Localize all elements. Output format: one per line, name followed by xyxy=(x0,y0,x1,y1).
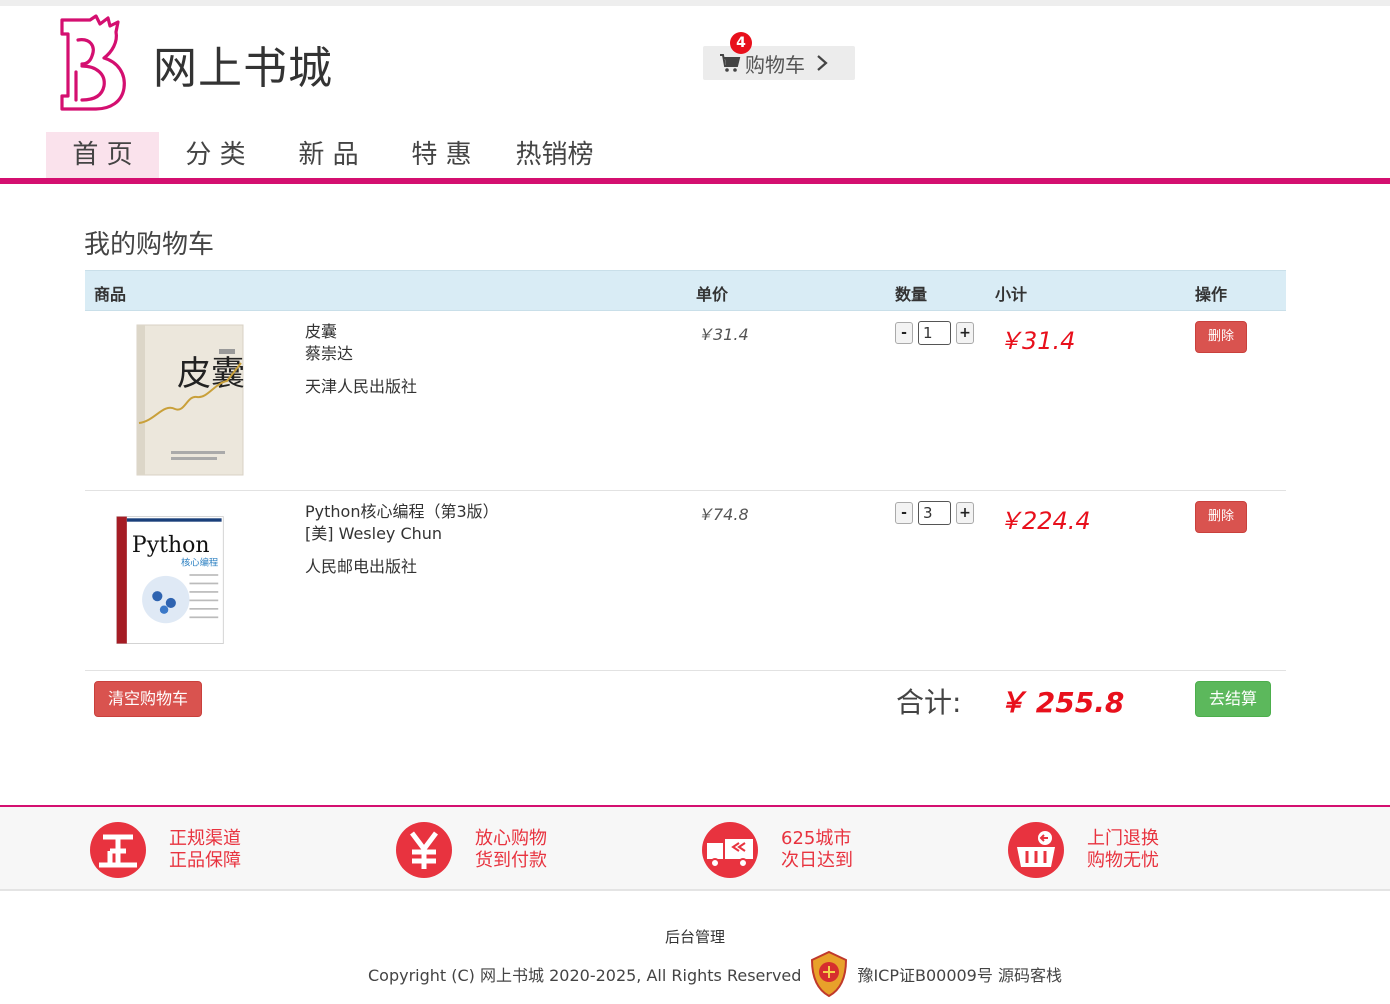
column-unit-price: 单价 xyxy=(696,285,729,304)
svg-text:核心编程: 核心编程 xyxy=(181,557,218,569)
service-band: 正规渠道 正品保障 放心购物 货到付款 625城市 次日达到 上门退换 购物无忧 xyxy=(0,805,1390,891)
total-label: 合计: xyxy=(896,686,962,719)
book-info: 皮囊 蔡崇达 天津人民出版社 xyxy=(305,321,417,398)
top-strip xyxy=(0,0,1390,6)
admin-link[interactable]: 后台管理 xyxy=(665,926,725,947)
copyright-row: Copyright (C) 网上书城 2020-2025, All Rights… xyxy=(368,950,1062,998)
book-publisher: 人民邮电出版社 xyxy=(305,557,418,576)
book-author: 蔡崇达 xyxy=(305,344,354,363)
admin-link-row: 后台管理 xyxy=(0,926,1390,947)
service-line1: 正规渠道 xyxy=(169,828,241,849)
main-nav: 首 页 分 类 新 品 特 惠 热销榜 xyxy=(46,132,611,178)
book-author: [美] Wesley Chun xyxy=(305,524,443,543)
copyright-text: Copyright (C) 网上书城 2020-2025, All Rights… xyxy=(368,966,802,985)
unit-price: ￥74.8 xyxy=(697,505,749,524)
service-line2: 购物无忧 xyxy=(1087,850,1159,871)
service-line1: 625城市 xyxy=(781,828,852,849)
book-publisher: 天津人民出版社 xyxy=(305,377,418,396)
service-text: 放心购物 货到付款 xyxy=(475,828,547,872)
column-quantity: 数量 xyxy=(895,285,928,304)
site-title[interactable]: 网上书城 xyxy=(153,32,333,96)
genuine-icon xyxy=(90,822,146,878)
return-basket-icon xyxy=(1008,822,1064,878)
quantity-decrease-button[interactable]: - xyxy=(895,502,913,524)
nav-item-special[interactable]: 特 惠 xyxy=(385,132,498,178)
unit-price: ￥31.4 xyxy=(697,325,749,344)
checkout-button[interactable]: 去结算 xyxy=(1195,681,1271,717)
quantity-decrease-button[interactable]: - xyxy=(895,322,913,344)
cover-title-text: Python xyxy=(132,533,210,558)
quantity-input[interactable] xyxy=(918,321,951,345)
service-item: 放心购物 货到付款 xyxy=(395,821,547,879)
logo-icon[interactable] xyxy=(56,12,132,112)
service-item: 正规渠道 正品保障 xyxy=(89,821,241,879)
header-cart-button[interactable]: 购物车 xyxy=(703,46,855,80)
column-action: 操作 xyxy=(1195,285,1228,304)
service-line1: 上门退换 xyxy=(1087,828,1159,849)
shopping-cart-icon xyxy=(720,54,741,72)
column-subtotal: 小计 xyxy=(995,285,1028,304)
total-value: ￥ 255.8 xyxy=(998,686,1125,719)
column-product: 商品 xyxy=(94,285,127,304)
service-line2: 正品保障 xyxy=(169,850,241,871)
service-text: 正规渠道 正品保障 xyxy=(169,828,241,872)
clear-cart-button[interactable]: 清空购物车 xyxy=(94,681,202,717)
book-title[interactable]: Python核心编程（第3版） xyxy=(305,501,499,523)
cart-summary-row: 清空购物车 合计: ￥ 255.8 去结算 xyxy=(85,671,1286,731)
quantity-stepper: - + xyxy=(895,321,974,345)
quantity-input[interactable] xyxy=(918,501,951,525)
cart-row: 皮囊 皮囊 蔡崇达 天津人民出版社 ￥31.4 - + ￥31.4 删除 xyxy=(85,311,1286,491)
header-cart-label: 购物车 xyxy=(745,52,805,77)
yuan-icon xyxy=(396,822,452,878)
nav-item-bestseller[interactable]: 热销榜 xyxy=(498,132,611,178)
police-badge-icon[interactable] xyxy=(808,950,850,998)
cart-table: 商品 单价 数量 小计 操作 皮囊 皮囊 蔡崇达 天津人民出版社 ￥31.4 -… xyxy=(85,270,1286,731)
row-subtotal: ￥224.4 xyxy=(998,507,1091,535)
service-text: 625城市 次日达到 xyxy=(781,828,853,872)
service-item: 上门退换 购物无忧 xyxy=(1007,821,1159,879)
icp-text[interactable]: 豫ICP证B00009号 源码客栈 xyxy=(857,962,1062,986)
nav-item-new[interactable]: 新 品 xyxy=(272,132,385,178)
service-line2: 次日达到 xyxy=(781,850,853,871)
cart-row: Python 核心编程 Python核心编程（第3版） [美] Wesley C… xyxy=(85,491,1286,671)
cover-title-text: 皮囊 xyxy=(177,354,245,394)
book-title[interactable]: 皮囊 xyxy=(305,321,417,343)
cart-title: 我的购物车 xyxy=(84,230,215,260)
quantity-stepper: - + xyxy=(895,501,974,525)
delete-button[interactable]: 删除 xyxy=(1195,321,1247,353)
nav-item-category[interactable]: 分 类 xyxy=(159,132,272,178)
nav-item-home[interactable]: 首 页 xyxy=(46,132,159,178)
service-line2: 货到付款 xyxy=(475,850,547,871)
chevron-right-icon xyxy=(817,55,828,71)
service-item: 625城市 次日达到 xyxy=(701,821,853,879)
nav-divider xyxy=(0,178,1390,184)
service-line1: 放心购物 xyxy=(475,828,547,849)
delete-button[interactable]: 删除 xyxy=(1195,501,1247,533)
service-text: 上门退换 购物无忧 xyxy=(1087,828,1159,872)
quantity-increase-button[interactable]: + xyxy=(956,322,974,344)
book-cover-image[interactable]: Python 核心编程 xyxy=(115,503,225,658)
row-subtotal: ￥31.4 xyxy=(998,327,1076,355)
book-cover-image[interactable]: 皮囊 xyxy=(135,323,245,478)
quantity-increase-button[interactable]: + xyxy=(956,502,974,524)
cart-table-header: 商品 单价 数量 小计 操作 xyxy=(85,270,1286,311)
book-info: Python核心编程（第3版） [美] Wesley Chun 人民邮电出版社 xyxy=(305,501,499,578)
cart-count-badge: 4 xyxy=(730,32,752,54)
delivery-truck-icon xyxy=(702,822,758,878)
